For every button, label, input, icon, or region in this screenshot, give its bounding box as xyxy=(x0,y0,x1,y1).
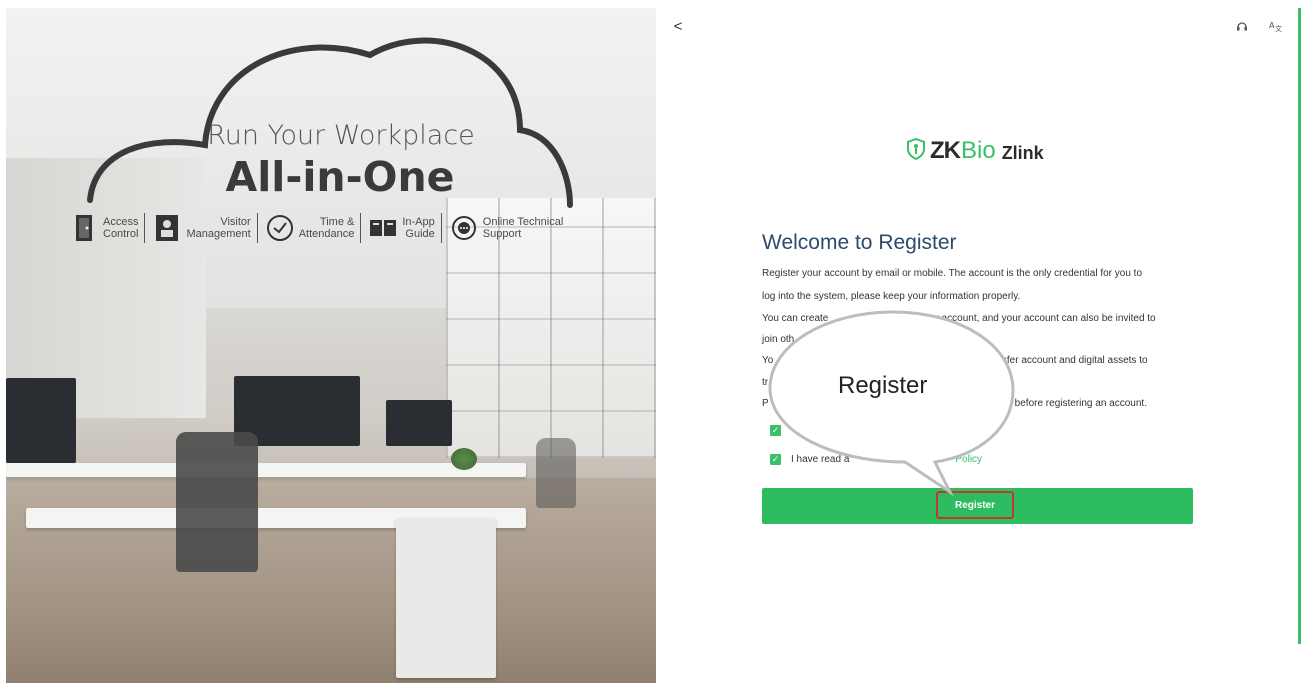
plant-image xyxy=(451,448,477,470)
agreement-checkbox-1[interactable]: ✓ xyxy=(770,425,781,436)
page-title: Welcome to Register xyxy=(762,231,957,254)
translate-icon[interactable]: A文 xyxy=(1268,18,1284,34)
intro-text: Yo nsfer account and digital assets to xyxy=(762,355,1148,366)
monitor-image xyxy=(386,400,452,446)
intro-text: join oth xyxy=(762,334,795,345)
intro-text: log into the system, please keep your in… xyxy=(762,291,1021,302)
logo-product: Zlink xyxy=(1001,142,1044,163)
callout-label: Register xyxy=(838,372,928,399)
door-icon xyxy=(68,211,100,245)
logo-zk: ZK xyxy=(930,137,961,164)
privacy-policy-link[interactable]: Policy xyxy=(955,454,982,465)
book-icon xyxy=(367,211,399,245)
intro-text: You can create our account, and your acco… xyxy=(762,313,1156,324)
register-button-label: Register xyxy=(954,499,995,511)
feature-visitor-management: Visitor Management xyxy=(145,211,258,245)
slogan-line-2: All-in-One xyxy=(225,153,455,201)
feature-label: Online Technical Support xyxy=(482,216,564,240)
feature-label: Time & Attendance xyxy=(298,216,355,240)
back-button[interactable]: < xyxy=(670,16,686,36)
feature-time-attendance: Time & Attendance xyxy=(258,213,362,243)
monitor-image xyxy=(6,378,76,463)
feature-label: In-App Guide xyxy=(402,216,435,240)
checkmark-icon[interactable]: ✓ xyxy=(770,425,781,436)
shield-icon xyxy=(906,137,926,165)
intro-text: tr xyxy=(762,377,769,388)
feature-access-control: Access Control xyxy=(62,211,146,245)
chair-image xyxy=(176,432,258,572)
register-button-highlight[interactable]: Register xyxy=(936,491,1014,519)
chair-image xyxy=(536,438,576,508)
intro-text: Pbefore registering an account. xyxy=(762,398,1147,409)
agreement-text: I have read a Policy xyxy=(791,454,983,465)
zkbio-logo: ZK Bio Zlink xyxy=(906,136,1044,166)
feature-online-support: Online Technical Support xyxy=(442,208,570,248)
checkmark-icon[interactable]: ✓ xyxy=(770,454,781,465)
panel-accent-border xyxy=(1298,8,1301,644)
feature-label: Access Control xyxy=(103,216,139,240)
register-button[interactable]: Register xyxy=(762,488,1193,524)
visitor-icon xyxy=(151,211,183,245)
logo-bio: Bio xyxy=(961,137,996,164)
headset-icon[interactable] xyxy=(1234,18,1250,34)
register-panel: < A文 ZK Bio Zlink Welcome to Register Re… xyxy=(656,8,1298,683)
agreement-checkbox-2[interactable]: ✓ I have read a Policy xyxy=(770,454,982,465)
slogan-line-1: Run Your Workplace xyxy=(207,120,475,151)
desk-image xyxy=(396,518,496,678)
chat-support-icon xyxy=(448,211,480,245)
svg-text:文: 文 xyxy=(1275,24,1282,32)
feature-label: Visitor Management xyxy=(186,216,251,240)
intro-text: Register your account by email or mobile… xyxy=(762,268,1143,279)
clock-icon xyxy=(264,211,296,245)
desk-image xyxy=(6,463,526,477)
feature-strip: Access Control Visitor Management Time &… xyxy=(62,208,569,248)
feature-in-app-guide: In-App Guide xyxy=(361,211,442,245)
